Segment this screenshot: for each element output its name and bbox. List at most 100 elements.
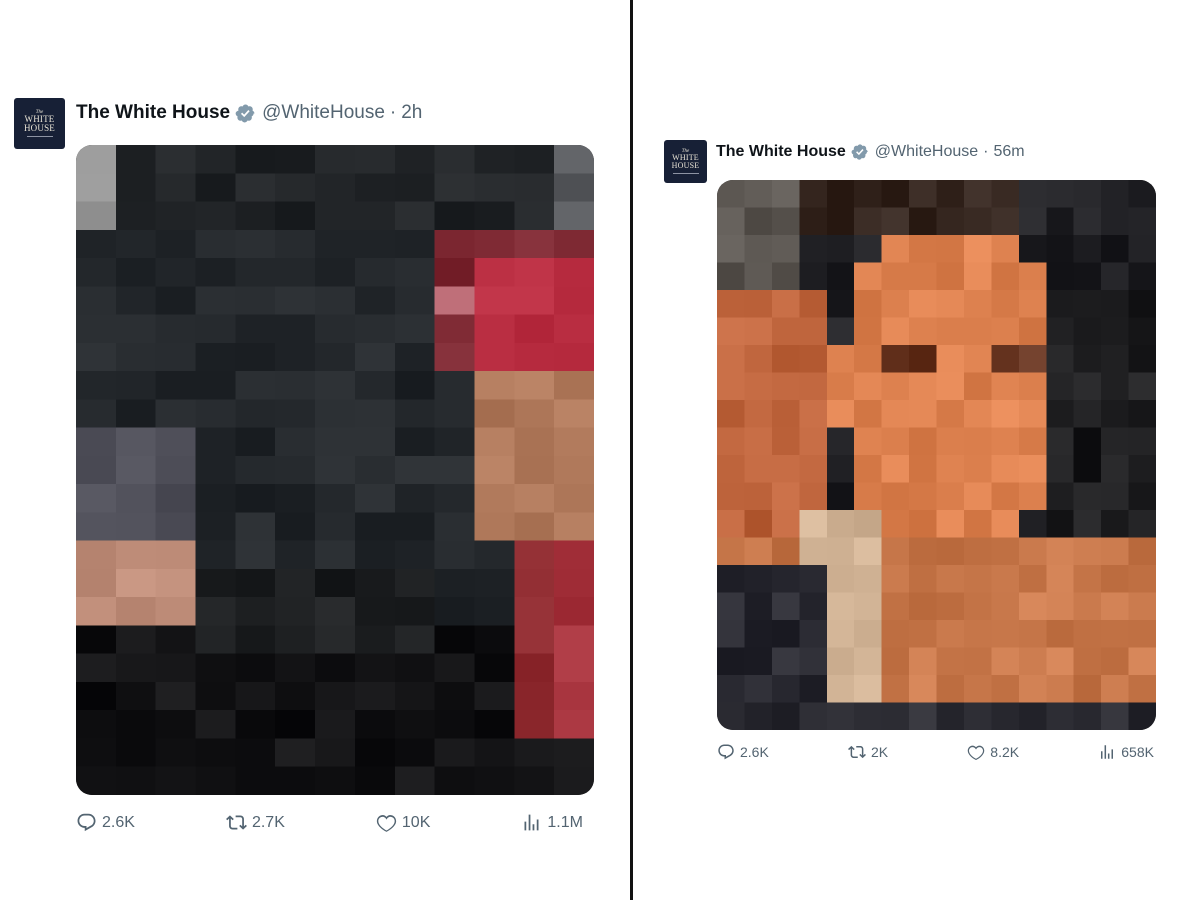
mosaic-tile [155,286,197,316]
avatar-rule [26,136,53,137]
mosaic-tile [354,681,396,711]
mosaic-tile [1073,400,1102,429]
mosaic-tile [474,371,516,400]
like-button[interactable]: 8.2K [967,743,1019,761]
mosaic-tile [1101,510,1130,539]
mosaic-tile [76,653,117,683]
author-handle[interactable]: @WhiteHouse [262,102,385,124]
mosaic-tile [76,371,117,400]
mosaic-tile [1073,592,1102,621]
timestamp[interactable]: 56m [994,143,1025,161]
views-button[interactable]: 1.1M [521,812,583,833]
mosaic-tile [1101,372,1130,401]
mosaic-tile [514,710,555,740]
avatar-text: HOUSE [23,123,55,133]
mosaic-tile [1073,180,1102,209]
mosaic-tile [881,537,910,566]
mosaic-tile [354,455,396,485]
mosaic-tile [881,565,910,594]
reply-button[interactable]: 2.6K [717,743,769,761]
mosaic-tile [554,512,594,542]
mosaic-tile [474,710,516,740]
mosaic-tile [854,400,883,429]
mosaic-tile [394,766,436,795]
mosaic-tile [474,399,516,429]
mosaic-tile [1018,317,1047,346]
mosaic-tile [1018,620,1047,649]
tweet-media-image[interactable] [76,145,594,795]
mosaic-tile [155,455,197,485]
mosaic-tile [474,201,516,231]
author-handle[interactable]: @WhiteHouse [875,143,978,161]
mosaic-tile [76,427,117,457]
mosaic-tile [115,597,157,626]
mosaic-tile [1018,372,1047,401]
mosaic-tile [514,427,555,457]
avatar[interactable]: The WHITE HOUSE [664,140,707,183]
mosaic-tile [76,201,117,231]
mosaic-tile [514,258,555,287]
mosaic-tile [275,229,316,259]
mosaic-tile [936,400,965,429]
mosaic-tile [195,286,237,316]
repost-button[interactable]: 2.7K [226,812,285,833]
mosaic-tile [115,201,157,231]
pixelated-photo-icon [76,145,594,795]
mosaic-tile [826,647,855,676]
reply-button[interactable]: 2.6K [76,812,135,833]
mosaic-tile [771,290,800,319]
mosaic-tile [76,681,117,711]
repost-count: 2K [870,744,889,760]
mosaic-tile [991,510,1020,539]
mosaic-tile [354,258,396,287]
mosaic-tile [1128,207,1156,236]
mosaic-tile [1128,620,1156,649]
mosaic-tile [854,317,883,346]
mosaic-tile [991,345,1020,374]
mosaic-tile [434,766,476,795]
mosaic-tile [826,482,855,511]
mosaic-tile [76,710,117,740]
repost-button[interactable]: 2K [848,743,888,761]
mosaic-tile [881,702,910,730]
mosaic-tile [991,565,1020,594]
mosaic-tile [434,738,476,768]
mosaic-tile [115,455,157,485]
avatar-rule [672,173,699,174]
mosaic-tile [195,229,237,259]
mosaic-tile [514,229,555,259]
author-name[interactable]: The White House [716,143,846,161]
timestamp[interactable]: 2h [401,102,422,124]
mosaic-tile [354,710,396,740]
mosaic-tile [991,235,1020,264]
mosaic-tile [936,565,965,594]
mosaic-tile [936,372,965,401]
views-count: 1.1M [547,813,583,831]
views-button[interactable]: 658K [1098,743,1154,761]
mosaic-tile [717,510,745,539]
heart-icon [376,815,397,832]
author-name[interactable]: The White House [76,102,230,124]
mosaic-tile [826,510,855,539]
mosaic-tile [434,597,476,626]
mosaic-tile [1046,427,1075,456]
mosaic-tile [717,427,745,456]
like-button[interactable]: 10K [376,812,430,833]
mosaic-tile [434,568,476,598]
mosaic-tile [963,565,992,594]
mosaic-tile [315,371,356,400]
mosaic-tile [1046,565,1075,594]
mosaic-tile [514,597,555,626]
mosaic-tile [554,766,594,795]
mosaic-tile [744,702,773,730]
tweet-media-image[interactable] [717,180,1156,730]
mosaic-tile [115,427,157,457]
mosaic-tile [854,290,883,319]
mosaic-tile [936,510,965,539]
mosaic-tile [315,173,356,203]
mosaic-tile [1018,592,1047,621]
separator-dot: · [983,143,989,160]
avatar[interactable]: The WHITE HOUSE [14,98,65,149]
mosaic-tile [854,537,883,566]
mosaic-tile [963,372,992,401]
